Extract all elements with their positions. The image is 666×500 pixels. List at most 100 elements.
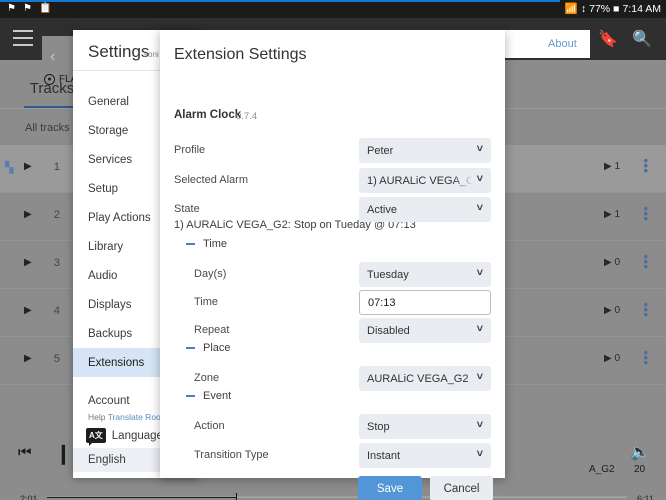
chevron-down-icon: ˅ [476, 323, 483, 335]
sidebar-item-label: Backups [88, 327, 133, 340]
page-title: Settings [88, 42, 150, 61]
waveform-icon: ▚ [5, 162, 14, 174]
play-count: ▶ 1 [603, 209, 620, 220]
form-row: Action Stop ˅ [160, 414, 505, 442]
form-row: State Active ˅ [160, 197, 505, 225]
field-label: Time [194, 296, 219, 308]
status-system-icons: 📶 ↕ 77% ■ 7:14 AM [565, 3, 661, 15]
group-toggle-event[interactable]: Event [186, 390, 231, 402]
row-overflow-icon[interactable]: • • • [643, 154, 648, 177]
dialog-title: Extension Settings [174, 46, 307, 63]
sidebar-item-label: Storage [88, 124, 129, 137]
language-row: A文 Language [86, 428, 163, 446]
status-notification-icons: ⚑ ⚑ 📋 [5, 4, 51, 14]
volume-icon[interactable]: 🔈 [630, 442, 650, 462]
chevron-down-icon: ˅ [476, 371, 483, 383]
field-label: Action [194, 420, 225, 432]
battery-icon: ■ [613, 2, 620, 15]
notification-flag-icon: ⚑ [7, 3, 16, 14]
form-row: Selected Alarm 1) AURALiC VEGA_G2: St˅ [160, 168, 505, 196]
group-toggle-place[interactable]: Place [186, 342, 231, 354]
extension-settings-dialog: Extension Settings Alarm Clock 0.7.4 1) … [160, 30, 505, 500]
dropdown-select[interactable]: Disabled ˅ [359, 318, 491, 343]
translate-roon-link[interactable]: Translate Roon! [108, 412, 168, 422]
field-label: State [174, 203, 200, 215]
row-overflow-icon[interactable]: • • • [643, 250, 648, 273]
form-row: Profile Peter ˅ [160, 138, 505, 166]
player-zone-label[interactable]: A_G2 [589, 464, 615, 475]
dropdown-select[interactable]: Active ˅ [359, 197, 491, 222]
play-count: ▶ 0 [603, 305, 620, 316]
row-overflow-icon[interactable]: • • • [643, 202, 648, 225]
field-label: Transition Type [194, 449, 269, 461]
clipboard-icon: 📋 [38, 3, 52, 14]
quality-icon: ● [44, 74, 55, 85]
seek-progress [47, 497, 237, 498]
dropdown-select[interactable]: Tuesday ˅ [359, 262, 491, 287]
save-button[interactable]: Save [358, 476, 422, 500]
chevron-down-icon: ˅ [476, 267, 483, 279]
play-count: ▶ 1 [603, 161, 620, 172]
duration-time: 6:11 [637, 494, 654, 500]
play-icon[interactable]: ▶ [24, 257, 32, 268]
language-label: Language [111, 429, 163, 442]
track-number: 3 [53, 257, 60, 269]
play-icon[interactable]: ▶ [24, 353, 32, 364]
notification-flag-icon-2: ⚑ [22, 3, 32, 14]
track-number: 5 [53, 353, 60, 365]
dropdown-select[interactable]: Peter ˅ [359, 138, 491, 163]
dropdown-select[interactable]: Stop ˅ [359, 414, 491, 439]
sidebar-item-label: Setup [88, 182, 119, 195]
play-icon[interactable]: ▶ [24, 161, 32, 172]
sidebar-item-label: Displays [88, 298, 132, 311]
extension-name: Alarm Clock [174, 109, 242, 121]
help-label: Help [88, 412, 108, 422]
form-row: Time 07:13 [160, 290, 505, 318]
row-overflow-icon[interactable]: • • • [643, 298, 648, 321]
play-icon[interactable]: ▶ [24, 305, 32, 316]
chevron-down-icon: ˅ [476, 173, 483, 185]
sidebar-item-label: Audio [88, 269, 118, 282]
bookmark-icon[interactable]: 🔖 [598, 29, 618, 49]
sidebar-item-label: Services [88, 153, 133, 166]
seek-thumb[interactable] [236, 493, 237, 500]
about-link[interactable]: About [548, 38, 577, 50]
field-label: Day(s) [194, 268, 227, 280]
form-row: Day(s) Tuesday ˅ [160, 262, 505, 290]
help-translate-row: Help Translate Roon! [88, 412, 168, 422]
chevron-down-icon: ˅ [476, 202, 483, 214]
sidebar-item-label: Extensions [88, 356, 145, 369]
battery-percent: 77% [589, 3, 611, 15]
group-label: Place [203, 342, 231, 354]
hamburger-menu-icon[interactable] [13, 30, 33, 46]
time-input[interactable]: 07:13 [359, 290, 491, 315]
sidebar-item-label: General [88, 95, 129, 108]
field-label: Profile [174, 144, 206, 156]
track-number: 1 [53, 161, 60, 173]
chevron-down-icon: ˅ [476, 419, 483, 431]
volume-value: 20 [634, 464, 646, 475]
chevron-down-icon: ˅ [476, 448, 483, 460]
group-toggle-time[interactable]: Time [186, 238, 227, 250]
skip-previous-icon[interactable]: ⏮ [18, 444, 32, 461]
dropdown-select[interactable]: AURALiC VEGA_G2 ˅ [359, 366, 491, 391]
row-overflow-icon[interactable]: • • • [643, 346, 648, 369]
dropdown-select[interactable]: 1) AURALiC VEGA_G2: St˅ [359, 168, 491, 193]
cancel-button[interactable]: Cancel [430, 476, 493, 500]
data-transfer-icon: ↕ [580, 2, 587, 15]
play-icon[interactable]: ▶ [24, 209, 32, 220]
field-label: Repeat [194, 324, 230, 336]
minus-icon [186, 395, 195, 397]
dropdown-select[interactable]: Instant ˅ [359, 443, 491, 468]
android-status-bar: ⚑ ⚑ 📋 📶 ↕ 77% ■ 7:14 AM [0, 0, 666, 18]
search-icon[interactable]: 🔍 [632, 29, 652, 49]
track-number: 2 [53, 209, 60, 221]
language-icon: A文 [86, 428, 106, 446]
group-label: Event [203, 390, 232, 402]
minus-icon [186, 243, 195, 245]
chevron-down-icon: ˅ [476, 143, 483, 155]
play-count: ▶ 0 [603, 257, 620, 268]
sidebar-item-label: Play Actions [88, 211, 151, 224]
group-label: Time [203, 238, 228, 250]
play-count: ▶ 0 [603, 353, 620, 364]
